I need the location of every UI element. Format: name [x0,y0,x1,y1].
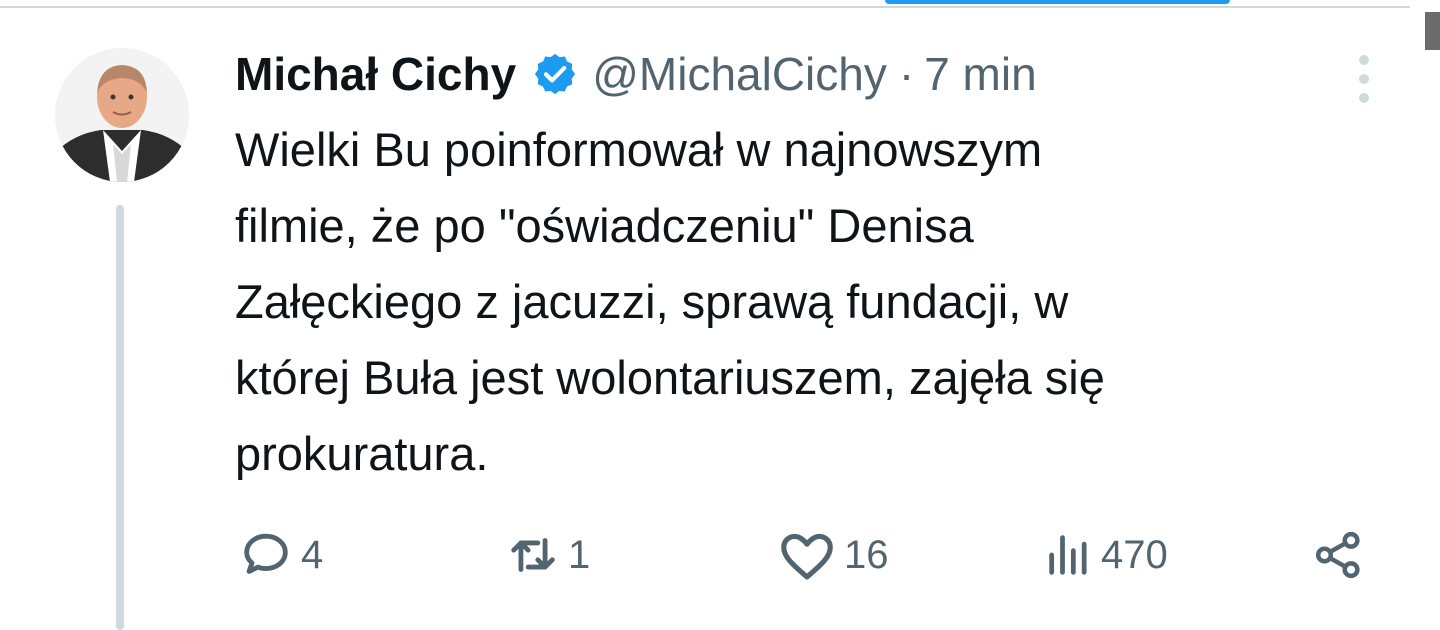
tweet-text: Wielki Bu poinformował w najnowszym film… [235,123,1105,480]
retweet-button[interactable]: 1 [504,520,590,590]
reply-icon [244,533,288,574]
share-icon [1315,531,1360,579]
tweet-time[interactable]: 7 min [924,47,1036,101]
views-button[interactable]: 470 [1043,520,1168,590]
retweet-count: 1 [568,532,591,577]
retweet-icon [511,538,555,572]
more-vertical-icon[interactable] [1352,52,1376,106]
views-count: 470 [1101,532,1168,577]
action-bar: 4 1 16 470 [0,520,1440,590]
reply-button[interactable]: 4 [237,520,323,590]
avatar-image [55,48,189,182]
views-chart-icon [1049,535,1087,575]
tweet-header: Michał Cichy @MichalCichy · 7 min [235,44,1037,104]
top-accent-bar [885,0,1230,4]
author-handle[interactable]: @MichalCichy [592,47,887,101]
author-name[interactable]: Michał Cichy [235,47,516,101]
separator-dot: · [898,48,915,100]
verified-badge-icon [535,53,576,95]
like-count: 16 [844,532,889,577]
reply-count: 4 [301,532,324,577]
share-button[interactable] [1311,520,1365,590]
like-button[interactable]: 16 [776,520,889,590]
heart-icon [781,533,833,580]
avatar[interactable] [55,48,189,182]
scrollbar-thumb[interactable] [1425,12,1440,50]
